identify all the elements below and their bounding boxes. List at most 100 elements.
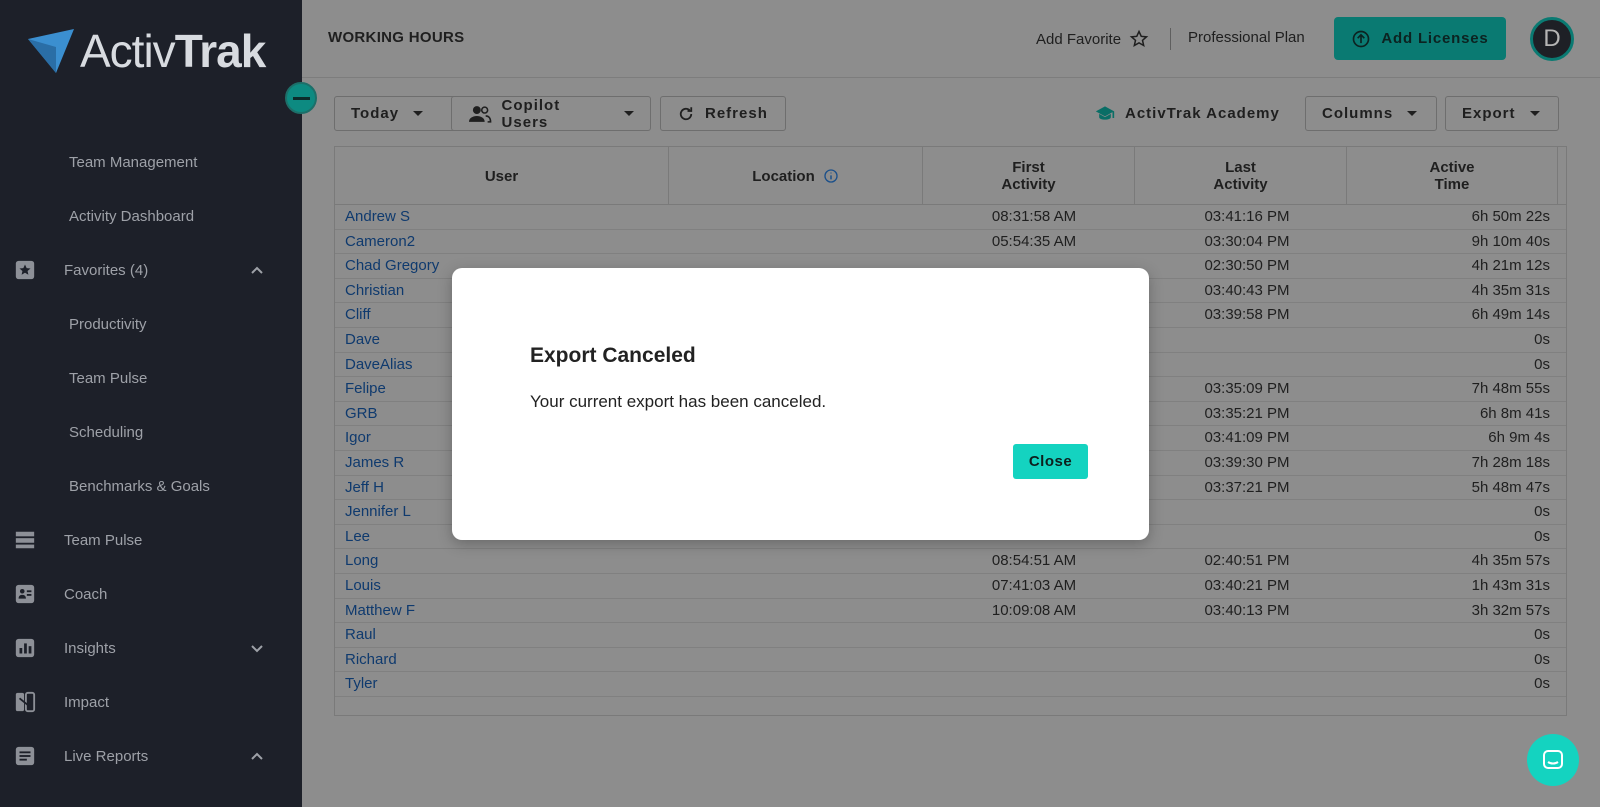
activtrak-logo[interactable]: ActivTrak	[26, 24, 266, 78]
column-header-label: First Activity	[1001, 159, 1056, 193]
add-licenses-button[interactable]: Add Licenses	[1334, 17, 1506, 60]
last-activity-cell: 03:37:21 PM	[1204, 478, 1290, 496]
dialog-message: Your current export has been canceled.	[530, 392, 827, 411]
insights-icon	[14, 637, 36, 659]
export-dropdown[interactable]: Export	[1445, 96, 1559, 131]
logo-mark-icon	[28, 29, 74, 73]
first-activity-cell: 05:54:35 AM	[991, 232, 1077, 250]
user-link[interactable]: Jeff H	[345, 479, 384, 496]
users-filter-label: Copilot Users	[501, 96, 561, 131]
table-row: Raul 0s	[335, 623, 1566, 648]
sidebar-item-label: Activity Dashboard	[69, 207, 195, 225]
users-icon	[468, 105, 492, 123]
user-link[interactable]: Richard	[345, 651, 397, 668]
sidebar-item-insights[interactable]: Insights	[0, 628, 302, 668]
plan-label[interactable]: Professional Plan	[1188, 29, 1305, 46]
user-link[interactable]: Jennifer L	[345, 503, 411, 520]
column-header-last-activity[interactable]: Last Activity	[1135, 147, 1347, 205]
last-activity-cell: 03:39:58 PM	[1204, 306, 1290, 324]
close-button[interactable]: Close	[1013, 444, 1088, 479]
user-link[interactable]: James R	[345, 454, 404, 471]
sidebar-item-label: Benchmarks & Goals	[69, 477, 210, 495]
table-row: Richard 0s	[335, 648, 1566, 673]
user-link[interactable]: Christian	[345, 282, 404, 299]
header-divider	[1170, 28, 1171, 50]
sidebar-item-impact[interactable]: Impact	[0, 682, 302, 722]
caret-down-icon	[413, 111, 424, 116]
table-row: Andrew S 08:31:58 AM 03:41:16 PM 6h 50m 22s	[335, 205, 1566, 230]
user-link[interactable]: Andrew S	[345, 208, 410, 225]
active-time-cell: 0s	[1534, 527, 1550, 545]
user-link[interactable]: Matthew F	[345, 602, 415, 619]
user-link[interactable]: GRB	[345, 405, 378, 422]
last-activity-cell: 02:40:51 PM	[1204, 552, 1290, 570]
academy-label: ActivTrak Academy	[1125, 104, 1280, 122]
active-time-cell: 4h 21m 12s	[1471, 257, 1550, 275]
user-link[interactable]: Louis	[345, 577, 381, 594]
table-row: Matthew F 10:09:08 AM 03:40:13 PM 3h 32m 57…	[335, 599, 1566, 624]
graduation-cap-icon	[1095, 106, 1115, 120]
last-activity-cell: 03:41:16 PM	[1204, 208, 1290, 225]
user-link[interactable]: Cameron2	[345, 233, 415, 250]
user-link[interactable]: Igor	[345, 429, 371, 446]
user-link[interactable]: Lee	[345, 528, 370, 545]
user-link[interactable]: Long	[345, 552, 378, 569]
info-icon[interactable]	[823, 168, 839, 184]
sidebar-item-activity-dashboard[interactable]: Activity Dashboard	[0, 196, 302, 236]
caret-down-icon	[1529, 111, 1540, 116]
active-time-cell: 5h 48m 47s	[1471, 478, 1550, 496]
column-header-first-activity[interactable]: First Activity	[923, 147, 1135, 205]
add-favorite-label: Add Favorite	[1036, 30, 1122, 48]
chat-icon	[1543, 750, 1563, 769]
sidebar-item-coach[interactable]: Coach	[0, 574, 302, 614]
table-row: Cameron2 05:54:35 AM 03:30:04 PM 9h 10m 40s	[335, 230, 1566, 255]
chevron-down-icon[interactable]	[250, 641, 264, 655]
active-time-cell: 9h 10m 40s	[1471, 232, 1550, 250]
refresh-button[interactable]: Refresh	[660, 96, 786, 131]
active-time-cell: 7h 28m 18s	[1471, 454, 1550, 471]
star-icon	[14, 259, 36, 281]
add-favorite-button[interactable]: Add Favorite	[1036, 29, 1149, 49]
user-link[interactable]: Felipe	[345, 380, 386, 397]
sidebar-item-team-pulse[interactable]: Team Pulse	[0, 520, 302, 560]
sidebar-item-live-reports[interactable]: Live Reports	[0, 736, 302, 776]
chevron-up-icon[interactable]	[250, 263, 264, 277]
user-link[interactable]: Tyler	[345, 675, 378, 692]
users-filter-dropdown[interactable]: Copilot Users	[451, 96, 651, 131]
chevron-up-icon[interactable]	[250, 749, 264, 763]
last-activity-cell: 02:30:50 PM	[1204, 257, 1290, 275]
sidebar-item-scheduling[interactable]: Scheduling	[0, 412, 302, 452]
user-link[interactable]: Raul	[345, 626, 376, 643]
collapse-sidebar-button[interactable]	[285, 82, 317, 114]
user-link[interactable]: DaveAlias	[345, 356, 413, 373]
chat-support-button[interactable]	[1527, 734, 1579, 786]
active-time-cell: 3h 32m 57s	[1471, 601, 1550, 619]
sidebar-item-favorites-4[interactable]: Favorites (4)	[0, 250, 302, 290]
refresh-icon	[679, 106, 693, 120]
user-link[interactable]: Dave	[345, 331, 380, 348]
coach-icon	[14, 583, 36, 605]
refresh-label: Refresh	[705, 105, 768, 122]
export-label: Export	[1462, 105, 1516, 122]
date-range-dropdown[interactable]: Today	[334, 96, 460, 131]
sidebar-item-label: Scheduling	[69, 423, 144, 441]
page-header: WORKING HOURS Add Favorite Professional …	[302, 0, 1600, 78]
dialog-title: Export Canceled	[530, 344, 696, 367]
avatar[interactable]: D	[1530, 17, 1574, 61]
user-link[interactable]: Cliff	[345, 306, 371, 323]
column-header-location[interactable]: Location	[669, 147, 923, 205]
last-activity-cell: 03:40:13 PM	[1204, 601, 1290, 619]
columns-label: Columns	[1322, 105, 1394, 122]
academy-link[interactable]: ActivTrak Academy	[1095, 104, 1280, 122]
column-header-active-time[interactable]: Active Time	[1347, 147, 1558, 205]
table-row: Louis 07:41:03 AM 03:40:21 PM 1h 43m 31s	[335, 574, 1566, 599]
sidebar-item-team-pulse[interactable]: Team Pulse	[0, 358, 302, 398]
column-header-user[interactable]: User	[335, 147, 669, 205]
sidebar-item-productivity[interactable]: Productivity	[0, 304, 302, 344]
sidebar-item-benchmarks-goals[interactable]: Benchmarks & Goals	[0, 466, 302, 506]
reports-icon	[14, 745, 36, 767]
columns-dropdown[interactable]: Columns	[1305, 96, 1437, 131]
user-link[interactable]: Chad Gregory	[345, 257, 439, 274]
sidebar-item-team-management[interactable]: Team Management	[0, 142, 302, 182]
star-outline-icon	[1129, 29, 1149, 47]
